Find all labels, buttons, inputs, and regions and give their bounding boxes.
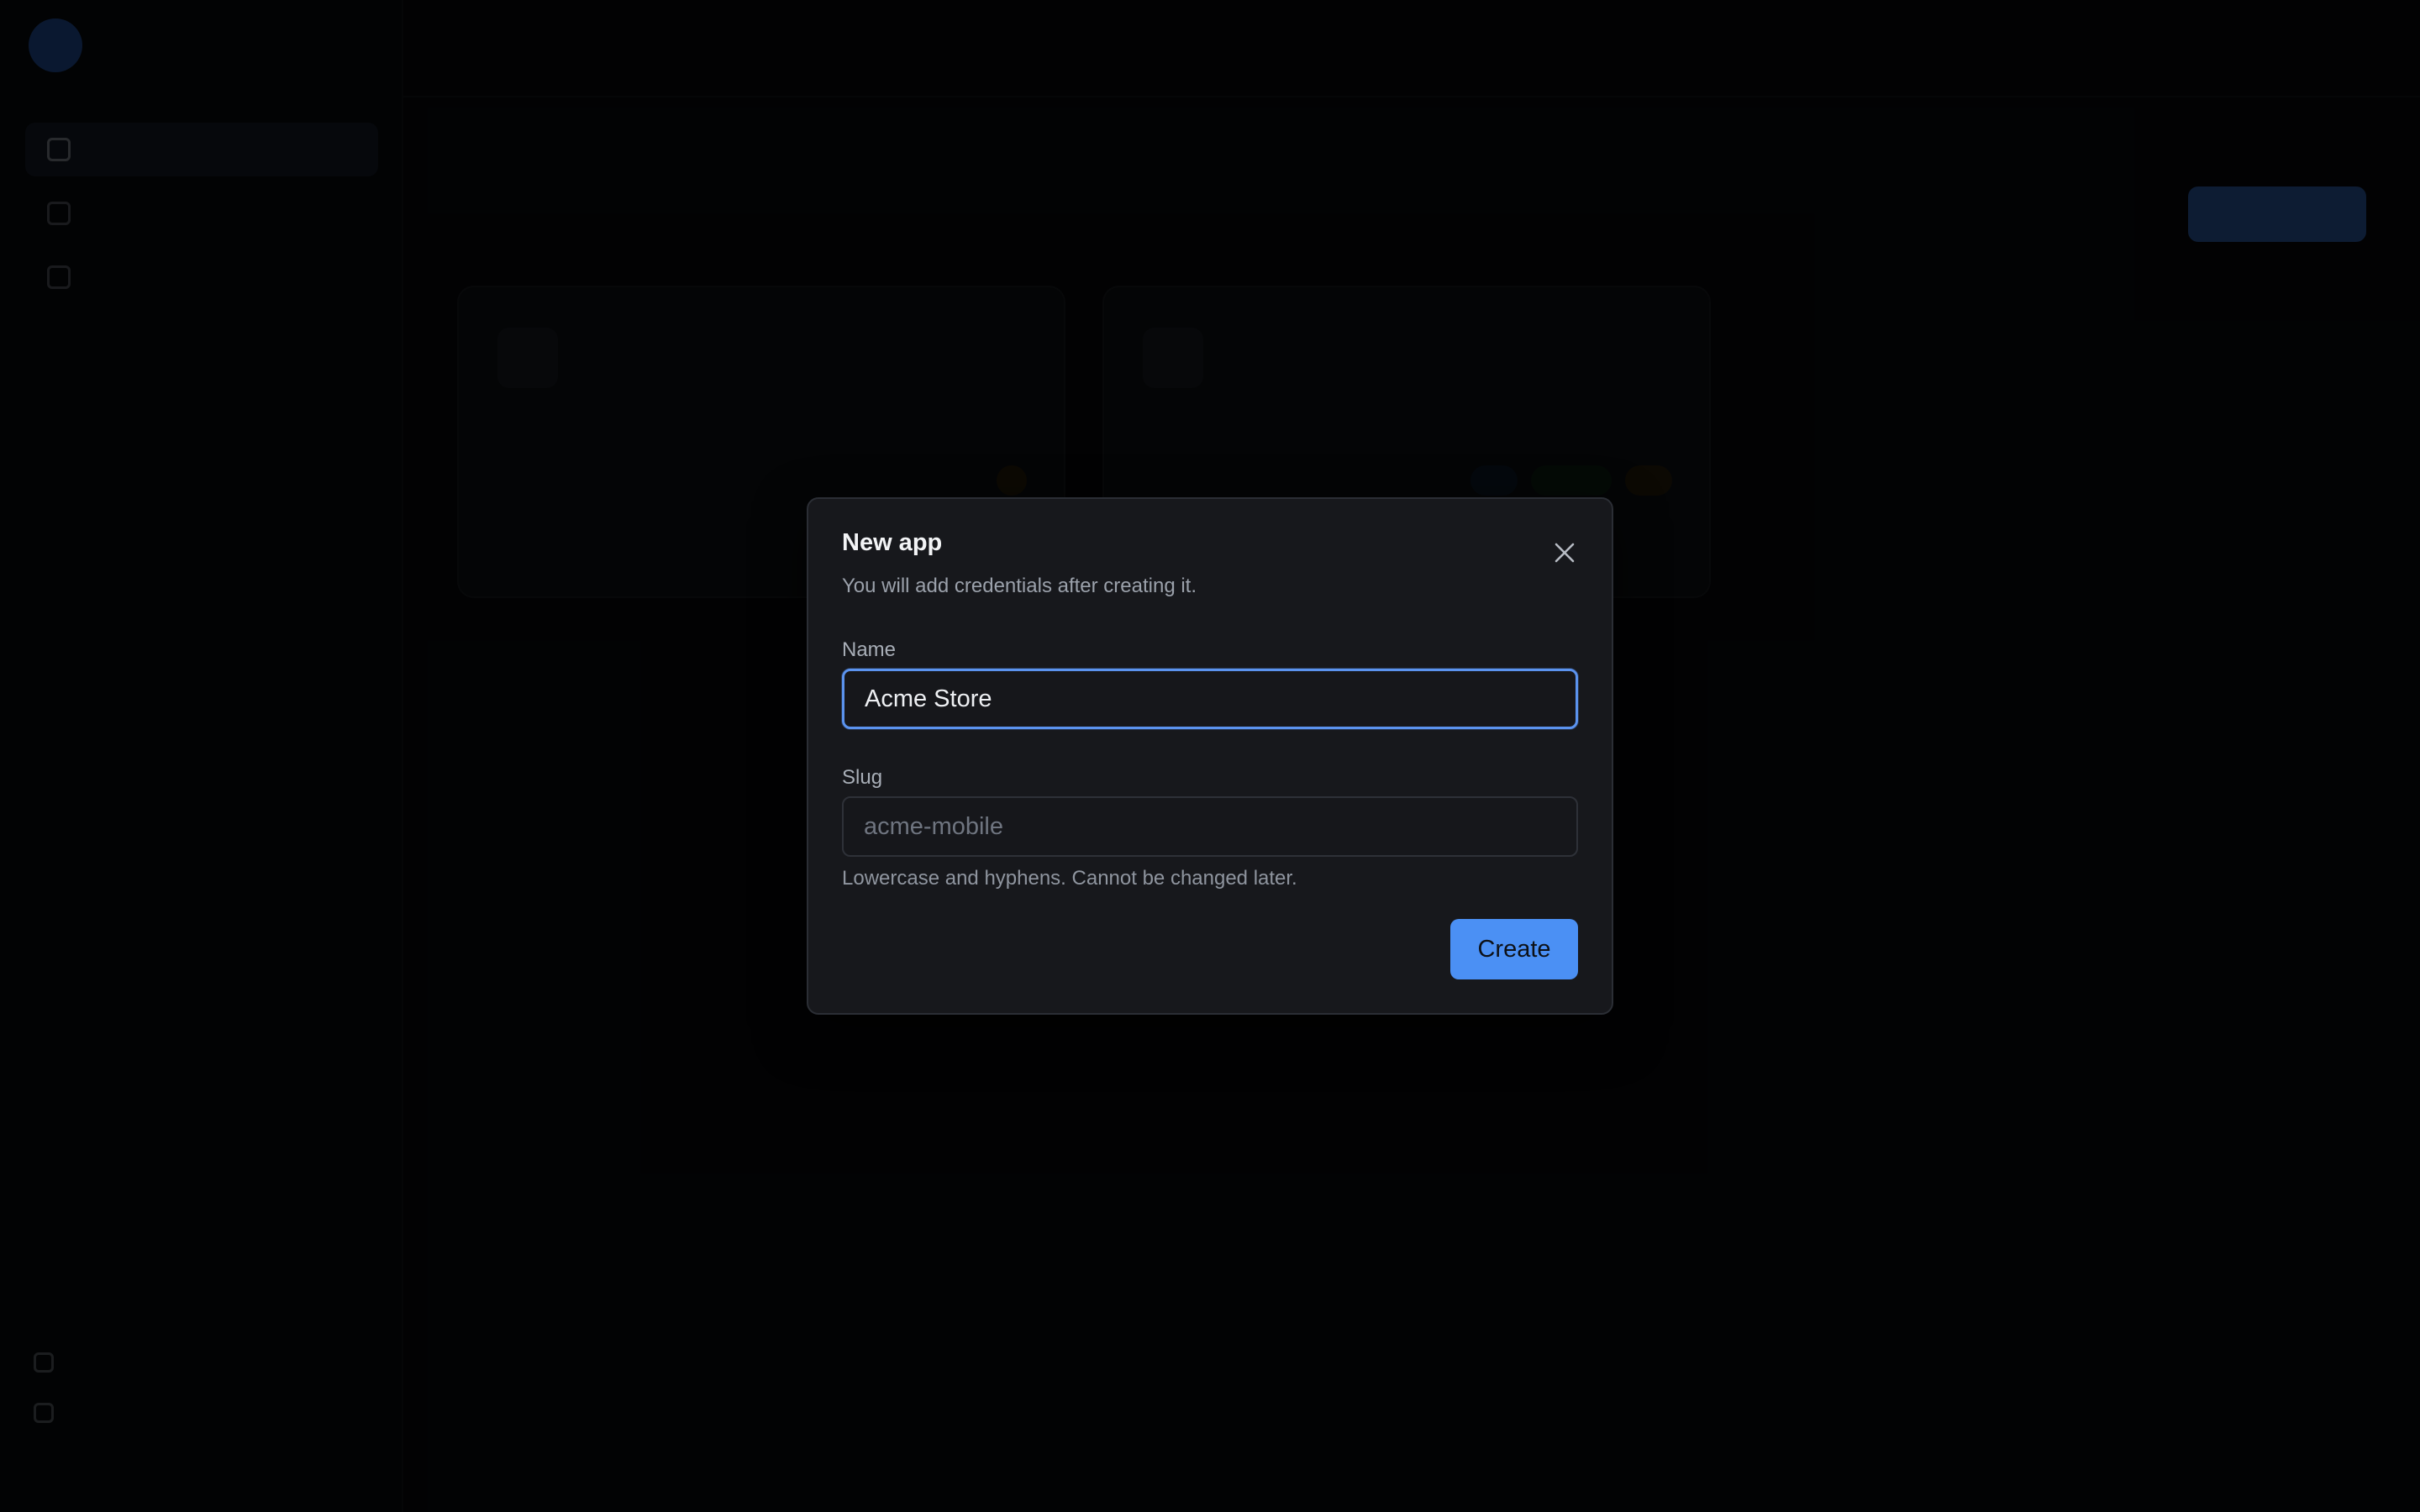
dialog-title: New app xyxy=(842,529,943,556)
dialog-subtitle: You will add credentials after creating … xyxy=(842,575,1197,597)
name-input[interactable] xyxy=(842,669,1578,729)
close-icon xyxy=(1555,543,1575,563)
slug-input[interactable] xyxy=(842,796,1578,857)
slug-label: Slug xyxy=(842,766,883,789)
app-shell: New app You will add credentials after c… xyxy=(0,0,2420,1512)
new-app-dialog: New app You will add credentials after c… xyxy=(807,497,1613,1015)
name-label: Name xyxy=(842,638,897,661)
slug-helper-text: Lowercase and hyphens. Cannot be changed… xyxy=(842,867,1297,890)
create-button[interactable]: Create xyxy=(1450,919,1578,979)
close-button[interactable] xyxy=(1546,534,1583,571)
